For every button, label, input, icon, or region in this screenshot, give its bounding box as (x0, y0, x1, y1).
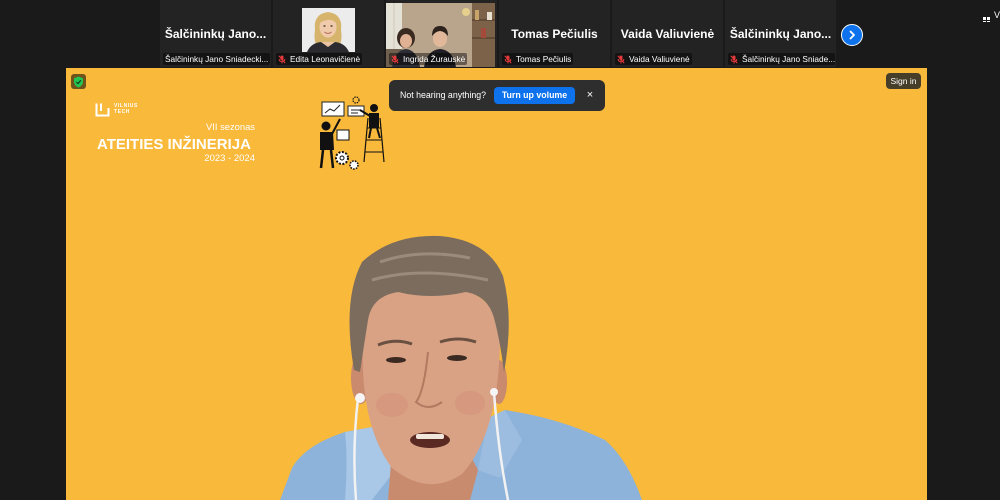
participant-label: Ingrida Žurauskė (389, 53, 468, 65)
audio-notification-toast: Not hearing anything? Turn up volume × (389, 80, 605, 111)
logo-text: VILNIUS TECH (114, 103, 138, 115)
mic-muted-icon (730, 54, 739, 64)
participant-tile[interactable]: Ingrida Žurauskė (386, 0, 497, 67)
vilnius-tech-logo-icon (95, 102, 110, 122)
participant-strip: Šalčininkų Jano... Šalčininkų Jano Sniad… (160, 0, 836, 67)
grid-icon (983, 11, 990, 22)
view-button[interactable]: V (981, 8, 1000, 22)
zoom-meeting-window: Šalčininkų Jano... Šalčininkų Jano Sniad… (0, 0, 1000, 500)
participant-label: Edita Leonavičienė (276, 53, 363, 65)
speaker-cheek (376, 393, 408, 417)
years-text: 2023 - 2024 (204, 153, 255, 164)
participant-label-text: Edita Leonavičienė (290, 54, 361, 64)
participant-tile[interactable]: Vaida Valiuvienė Vaida Valiuvienė (612, 0, 723, 67)
participant-label-text: Vaida Valiuvienė (629, 54, 690, 64)
speaker-teeth (416, 434, 444, 439)
participant-name: Šalčininkų Jano... (729, 27, 832, 41)
turn-up-volume-button[interactable]: Turn up volume (494, 87, 575, 104)
participant-label-text: Ingrida Žurauskė (403, 54, 466, 64)
participant-label: Šalčininkų Jano Sniadecki... (163, 53, 270, 65)
participant-tile[interactable]: Šalčininkų Jano... Šalčininkų Jano Sniad… (160, 0, 271, 67)
close-icon[interactable]: × (583, 80, 597, 111)
participant-label-text: Šalčininkų Jano Sniadecki... (165, 54, 269, 64)
participant-name: Šalčininkų Jano... (164, 27, 267, 41)
engineering-illustration (319, 96, 385, 170)
mic-muted-icon (504, 54, 513, 64)
mic-muted-icon (617, 54, 626, 64)
earbud-left (355, 393, 365, 403)
background-title: ATEITIES INŽINERIJA (97, 136, 251, 153)
participant-tile[interactable]: Edita Leonavičienė (273, 0, 384, 67)
speaker-eye-left (386, 357, 406, 363)
toast-message: Not hearing anything? (400, 90, 487, 100)
chevron-right-icon (847, 30, 857, 40)
next-participants-button[interactable] (841, 24, 863, 46)
participant-label-text: Šalčininkų Jano Sniade... (742, 54, 835, 64)
participant-label: Tomas Pečiulis (502, 53, 574, 65)
earbud-right (490, 388, 498, 396)
background-branding: VII sezonas ATEITIES INŽINERIJA 2023 - 2… (97, 121, 255, 164)
speaker-eye-right (447, 355, 467, 361)
active-speaker-video: VILNIUS TECH VII sezonas ATEITIES INŽINE… (66, 68, 927, 500)
participant-label: Šalčininkų Jano Sniade... (728, 53, 835, 65)
participant-tile[interactable]: Šalčininkų Jano... Šalčininkų Jano Sniad… (725, 0, 836, 67)
participant-tile[interactable]: Tomas Pečiulis Tomas Pečiulis (499, 0, 610, 67)
logo-line-2: TECH (114, 109, 131, 115)
mic-muted-icon (391, 54, 400, 64)
mic-muted-icon (278, 54, 287, 64)
participant-label-text: Tomas Pečiulis (516, 54, 572, 64)
participant-label: Vaida Valiuvienė (615, 53, 692, 65)
participant-name: Vaida Valiuvienė (620, 27, 715, 41)
speaker-cheek (455, 391, 485, 415)
participant-name: Tomas Pečiulis (511, 27, 598, 41)
view-button-label: V (994, 10, 1000, 20)
season-text: VII sezonas (206, 121, 255, 132)
sign-in-button[interactable]: Sign in (886, 73, 921, 89)
encryption-shield-icon[interactable] (71, 74, 86, 89)
